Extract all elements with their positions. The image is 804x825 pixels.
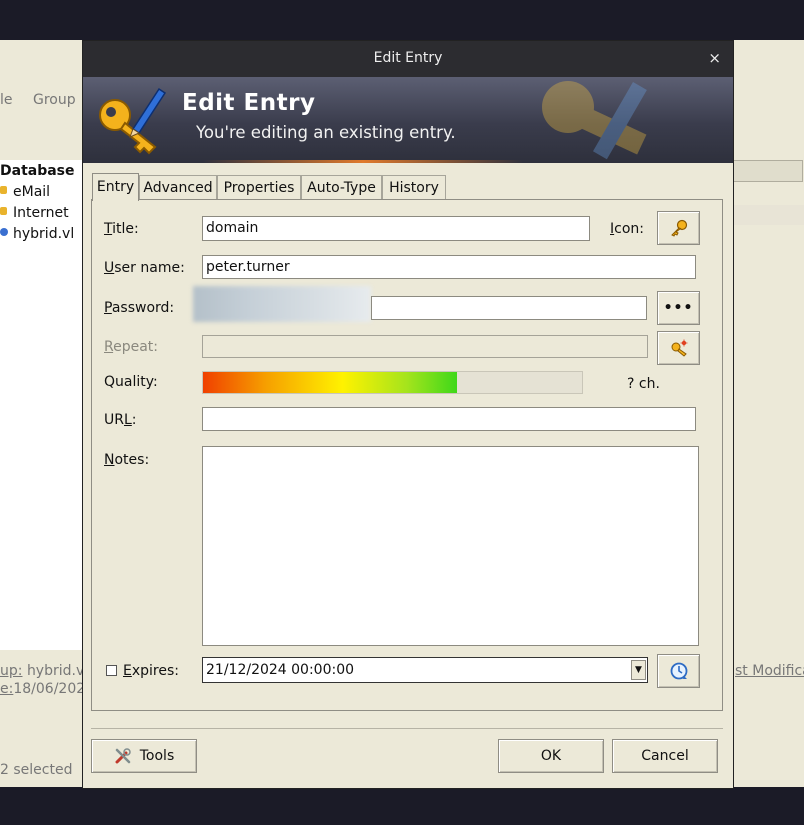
notes-label: Notes: — [104, 452, 150, 468]
dialog-titlebar[interactable]: Edit Entry × — [83, 41, 733, 77]
expires-label: Expires: — [123, 663, 179, 679]
tree-item-hybrid[interactable]: hybrid.vl — [0, 226, 74, 246]
title-input[interactable]: domain — [202, 216, 590, 241]
key-icon — [0, 207, 7, 215]
clock-icon — [670, 662, 687, 680]
tab-history[interactable]: History — [382, 175, 446, 199]
cancel-button[interactable]: Cancel — [612, 739, 718, 773]
password-generator-icon — [671, 339, 687, 357]
tools-icon — [115, 748, 131, 764]
tools-button-label: Tools — [139, 748, 175, 764]
banner-watermark-icon — [542, 81, 647, 160]
footer-separator — [91, 728, 723, 729]
edit-entry-dialog: Edit Entry × Edit Entry You're editing a… — [83, 41, 733, 788]
url-label: URL: — [104, 412, 137, 428]
expiry-date-combo[interactable]: 21/12/2024 00:00:00 ▼ — [202, 657, 648, 683]
edit-key-icon — [99, 87, 167, 155]
key-icon — [0, 186, 7, 194]
detail-created-value: 18/06/202 — [13, 681, 86, 697]
repeat-label: Repeat: — [104, 339, 159, 355]
detail-last-modified[interactable]: st Modifica — [735, 663, 804, 679]
entry-list-header[interactable] — [733, 160, 803, 182]
status-bar-text: 2 selected — [0, 762, 73, 778]
expires-checkbox[interactable] — [106, 665, 117, 676]
repeat-password-input[interactable] — [202, 335, 648, 358]
menu-group[interactable]: Group — [33, 92, 76, 108]
username-input[interactable]: peter.turner — [202, 255, 696, 279]
tab-properties[interactable]: Properties — [217, 175, 301, 199]
username-label: User name: — [104, 260, 185, 276]
banner-divider — [203, 160, 523, 163]
ok-button[interactable]: OK — [498, 739, 604, 773]
quality-chars-text: ? ch. — [627, 376, 660, 392]
expiry-presets-button[interactable] — [657, 654, 700, 688]
banner-subtitle: You're editing an existing entry. — [196, 123, 456, 142]
detail-last-modified-label: st Modifica — [735, 663, 804, 679]
detail-group-label: up: — [0, 663, 23, 679]
key-icon — [670, 219, 687, 237]
quality-label: Quality: — [104, 374, 158, 390]
banner-title: Edit Entry — [182, 90, 316, 116]
password-quality-fill — [203, 372, 457, 393]
tree-item-label: eMail — [13, 184, 51, 200]
tree-item-internet[interactable]: Internet — [0, 205, 69, 225]
title-label: Title: — [104, 221, 139, 237]
expiry-date-value: 21/12/2024 00:00:00 — [206, 662, 355, 678]
close-icon[interactable]: × — [708, 49, 721, 67]
menu-file[interactable]: le — [0, 92, 13, 108]
password-input[interactable] — [371, 296, 647, 320]
show-password-button[interactable]: ••• — [657, 291, 700, 325]
generate-password-button[interactable] — [657, 331, 700, 365]
tab-entry[interactable]: Entry — [92, 173, 139, 201]
dialog-banner: Edit Entry You're editing an existing en… — [83, 77, 733, 163]
password-label: Password: — [104, 300, 175, 316]
icon-picker-button[interactable] — [657, 211, 700, 245]
tree-root[interactable]: Database — [0, 163, 75, 183]
tab-auto-type[interactable]: Auto-Type — [301, 175, 382, 199]
tools-button[interactable]: Tools — [91, 739, 197, 773]
detail-created-label: e: — [0, 681, 14, 697]
tab-advanced[interactable]: Advanced — [139, 175, 217, 199]
dialog-window-title: Edit Entry — [373, 50, 443, 66]
entry-list-selected-row[interactable] — [733, 205, 804, 225]
notes-textarea[interactable] — [202, 446, 699, 646]
detail-created: e:18/06/202 — [0, 681, 85, 697]
url-input[interactable] — [202, 407, 696, 431]
password-quality-bar — [202, 371, 583, 394]
detail-group[interactable]: up: hybrid.vl, — [0, 663, 93, 679]
tree-item-label: hybrid.vl — [13, 226, 75, 242]
group-tree[interactable]: Database eMail Internet hybrid.vl — [0, 160, 84, 650]
tree-item-label: Internet — [13, 205, 69, 221]
password-blurred-overlay — [193, 286, 371, 322]
icon-label: Icon: — [610, 221, 644, 237]
chevron-down-icon[interactable]: ▼ — [631, 660, 646, 680]
tree-item-email[interactable]: eMail — [0, 184, 50, 204]
database-icon — [0, 228, 8, 236]
